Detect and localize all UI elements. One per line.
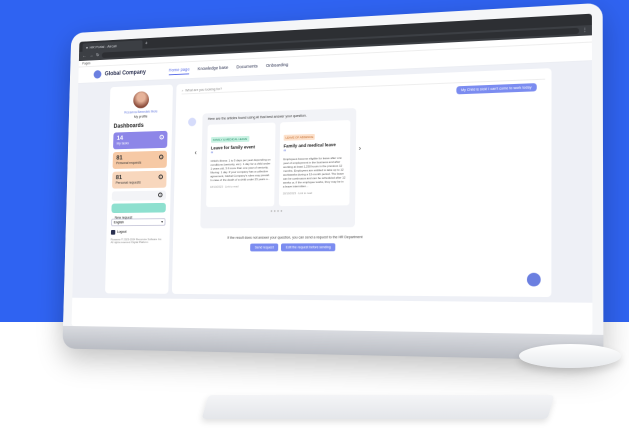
article-title: Leave for family event (210, 144, 256, 151)
article-title: Family and medical leave (283, 142, 336, 149)
user-message: My Child is sick! I can't come to work t… (455, 83, 537, 95)
logout-button[interactable]: Logout (110, 229, 165, 235)
chat-fab-icon[interactable] (526, 272, 541, 287)
card-label: Personal requests (115, 180, 141, 185)
send-request-button[interactable]: Send request (250, 243, 279, 252)
article-tag: LEAVE OF ABSENCE (283, 133, 316, 141)
article-tag: FAMILY & MEDICAL LEAVE (211, 135, 250, 143)
sidebar: Rosanna Benedek Mele My profile Dashboar… (105, 84, 173, 294)
card-personal-requests-2[interactable]: 81 Personal requests › (112, 170, 167, 189)
request-actions: Send request Edit the request before sen… (250, 243, 336, 252)
reload-icon[interactable]: ↻ (96, 53, 100, 59)
nav-onboarding[interactable]: Onboarding (266, 62, 288, 70)
tab-favicon-icon: ● (85, 45, 89, 50)
chevron-down-icon: ▾ (161, 219, 163, 224)
search-icon: ⌕ (181, 88, 184, 93)
new-request-button[interactable]: New request (111, 202, 166, 219)
article-excerpt: Child's illness: 1 to 5 days per year de… (210, 157, 271, 183)
answer-intro: Here are the articles found using AI tha… (207, 113, 307, 121)
card-closed[interactable]: Closed › (111, 190, 167, 207)
back-icon[interactable]: ← (82, 53, 86, 59)
logout-label: Logout (116, 229, 127, 234)
keyboard (201, 395, 555, 419)
dashboards-title: Dashboards (113, 122, 144, 130)
assistant-answer: Here are the articles found using AI tha… (200, 108, 357, 229)
assistant-avatar-icon (188, 117, 197, 127)
app-body: Rosanna Benedek Mele My profile Dashboar… (72, 61, 593, 303)
article-card[interactable]: FAMILY & MEDICAL LEAVE Leave for family … (206, 122, 276, 208)
arrow-icon: › (158, 173, 164, 179)
forward-icon[interactable]: → (89, 53, 93, 59)
arrow-icon: › (159, 134, 164, 140)
company-logo-icon (93, 70, 102, 79)
avatar[interactable] (133, 91, 150, 109)
new-request-label: New request (114, 215, 133, 220)
new-tab-icon[interactable]: + (145, 41, 148, 47)
nav-documents[interactable]: Documents (236, 64, 257, 72)
screen: ● HR Portal - Aircall + ← → ↻ ⋮ Pages Gl… (71, 13, 593, 335)
edit-request-button[interactable]: Edit the request before sending (281, 243, 336, 252)
not-answered-prompt: If the result does not answer your quest… (227, 235, 363, 240)
search-input[interactable]: What are you looking for? (185, 87, 222, 92)
article-excerpt: Employees become eligible for leave afte… (282, 155, 346, 189)
language-value: English (113, 219, 125, 224)
carousel-prev-icon[interactable]: ‹ (195, 150, 197, 157)
browser-menu-icon[interactable]: ⋮ (582, 27, 587, 33)
main-panel: ⌕ What are you looking for? My Child is … (171, 68, 552, 298)
card-label: My tasks (116, 140, 129, 146)
article-carousel: FAMILY & MEDICAL LEAVE Leave for family … (206, 120, 351, 208)
monitor: ● HR Portal - Aircall + ← → ↻ ⋮ Pages Gl… (62, 2, 604, 361)
tab-title: HR Portal - Aircall (89, 43, 117, 50)
arrow-icon: › (158, 192, 163, 197)
card-label: Personal requests (116, 160, 142, 165)
article-card[interactable]: LEAVE OF ABSENCE Family and medical leav… (278, 120, 351, 207)
article-date: 18/10/2023 · Link to read (210, 184, 239, 189)
carousel-pager[interactable]: ● ● ● ● (206, 207, 349, 214)
carousel-next-icon[interactable]: › (359, 145, 361, 152)
arrow-icon: › (158, 154, 164, 159)
nav-home[interactable]: Home page (168, 66, 190, 75)
company-name: Global Company (104, 69, 146, 77)
card-personal-requests[interactable]: 81 Personal requests › (112, 150, 168, 169)
article-date: 18/10/2023 · Link to read (282, 190, 313, 196)
nav-knowledge-base[interactable]: Knowledge base (198, 65, 229, 73)
logout-icon (110, 229, 116, 235)
mouse (519, 344, 621, 368)
my-profile-link[interactable]: My profile (114, 113, 168, 119)
sidebar-footer: Rosanna © 2023-2024 Recursive Software I… (110, 236, 163, 245)
card-my-tasks[interactable]: 14 My tasks › (113, 130, 168, 149)
